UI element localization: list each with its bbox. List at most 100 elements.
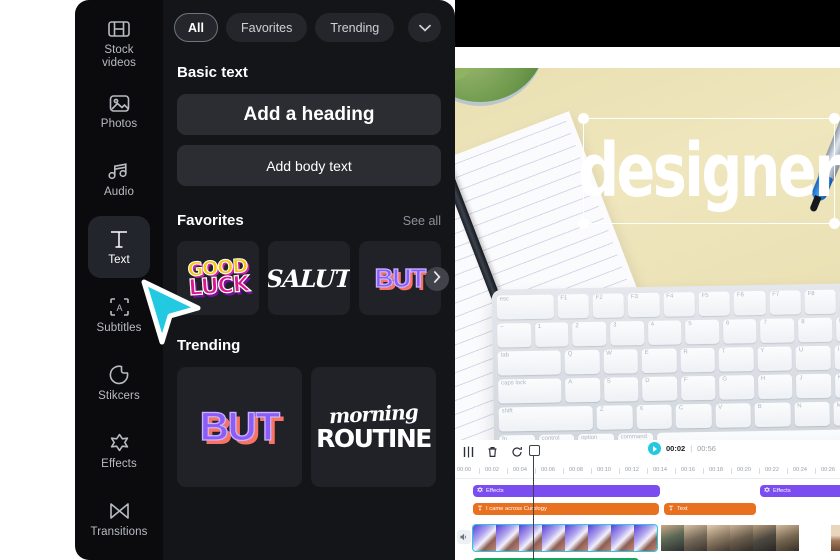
- text-t-icon: [477, 505, 483, 513]
- trending-heading: Trending: [177, 337, 241, 354]
- sidebar-item-transitions[interactable]: Transitions: [88, 488, 150, 550]
- ruler-tick: 00:16: [681, 467, 695, 473]
- add-body-text-button[interactable]: Add body text: [177, 145, 441, 186]
- effects-icon: [477, 486, 483, 495]
- sticker-icon: [109, 363, 129, 387]
- resize-handle-bottom-left[interactable]: [578, 218, 589, 229]
- timeline-toolbar: 00:02 | 00:56: [455, 440, 840, 464]
- favorites-heading: Favorites: [177, 212, 244, 229]
- panel-filter-tabs: All Favorites Trending: [163, 0, 455, 42]
- ruler-tick: 00:22: [765, 467, 779, 473]
- sidebar-item-label: Audio: [104, 186, 134, 199]
- speaker-icon: [460, 528, 468, 546]
- chevron-right-icon: [433, 270, 441, 288]
- tab-favorites[interactable]: Favorites: [225, 13, 308, 42]
- music-note-icon: [108, 159, 130, 183]
- trending-template-morning-routine[interactable]: morning ROUTINE: [311, 367, 436, 487]
- clip-label: I came across Curology: [486, 506, 547, 512]
- image-icon: [109, 91, 130, 115]
- preview-text-layer[interactable]: designer: [578, 119, 840, 223]
- total-time: 00:56: [697, 444, 716, 453]
- mouse-cursor: [140, 278, 202, 348]
- sidebar-item-label: Text: [108, 254, 130, 267]
- timeline-ruler[interactable]: 00:00 00:02 00:04 00:06 00:08 00:10 00:1…: [455, 464, 840, 479]
- favorites-section-header: Favorites See all: [163, 212, 455, 229]
- resize-handle-bottom-right[interactable]: [829, 218, 840, 229]
- clip-text-curology[interactable]: I came across Curology: [473, 503, 659, 515]
- sidebar-item-label: Photos: [100, 118, 138, 131]
- text-t-icon: [668, 505, 674, 513]
- sidebar-item-text[interactable]: Text: [88, 216, 150, 278]
- time-separator: |: [690, 444, 693, 453]
- text-selection-box[interactable]: designer: [578, 113, 840, 229]
- sidebar-item-photos[interactable]: Photos: [88, 80, 150, 142]
- star-sparkle-icon: [109, 431, 130, 455]
- basic-text-heading: Basic text: [177, 64, 248, 81]
- sidebar-item-label: Effects: [101, 458, 137, 471]
- split-icon[interactable]: [463, 446, 474, 458]
- resize-handle-top-left[interactable]: [578, 113, 589, 124]
- top-black-strip: [455, 0, 840, 47]
- playback-time-display: 00:02 | 00:56: [648, 442, 716, 455]
- sidebar-item-effects[interactable]: Effects: [88, 420, 150, 482]
- ruler-tick: 00:04: [513, 467, 527, 473]
- ruler-tick: 00:24: [793, 467, 807, 473]
- svg-text:A: A: [116, 303, 122, 313]
- ruler-tick: 00:14: [653, 467, 667, 473]
- timeline-panel: 00:02 | 00:56 00:00 00:02 00:04 00:06 00…: [455, 440, 840, 560]
- ruler-tick: 00:08: [569, 467, 583, 473]
- current-time: 00:02: [666, 444, 686, 453]
- track-mute-button[interactable]: [457, 530, 471, 544]
- sidebar-item-label: Stikcers: [98, 390, 140, 403]
- sidebar-item-label: Stock videos: [102, 44, 136, 69]
- sidebar-item-stickers[interactable]: Stikcers: [88, 352, 150, 414]
- tab-trending[interactable]: Trending: [315, 13, 395, 42]
- sidebar-item-stock-videos[interactable]: Stock videos: [88, 12, 150, 74]
- trending-thumbnail-row: BUT morning ROUTINE: [163, 367, 455, 487]
- ruler-tick: 00:18: [709, 467, 723, 473]
- play-icon[interactable]: [648, 442, 661, 455]
- rotate-icon[interactable]: [511, 446, 523, 458]
- add-heading-button[interactable]: Add a heading: [177, 94, 441, 135]
- template-art: SALUT: [268, 263, 350, 293]
- chevron-down-icon: [418, 19, 431, 37]
- video-clip-2[interactable]: [661, 525, 799, 551]
- video-editor-app: Stock videos Photos Audio Text A Subtitl…: [0, 0, 840, 560]
- timeline-playhead[interactable]: [527, 445, 543, 560]
- favorites-next-button[interactable]: [425, 267, 449, 291]
- delete-icon[interactable]: [487, 446, 498, 458]
- favorites-thumbnail-row: GOOD LUCK SALUT BUT: [163, 241, 455, 315]
- sidebar-item-audio[interactable]: Audio: [88, 148, 150, 210]
- subtitles-icon: A: [109, 295, 130, 319]
- video-track: [472, 524, 840, 552]
- clip-text-right[interactable]: Text: [664, 503, 756, 515]
- resize-handle-top-right[interactable]: [829, 113, 840, 124]
- video-preview-canvas[interactable]: escF1F2F3F4F5F6F7F8F9F10 ~1234567890 tab…: [455, 68, 840, 440]
- ruler-tick: 00:00: [457, 467, 471, 473]
- effects-icon: [764, 486, 770, 495]
- video-clip-selected[interactable]: [472, 524, 658, 552]
- favorites-see-all-link[interactable]: See all: [403, 214, 441, 228]
- sidebar-item-label: Subtitles: [96, 322, 142, 335]
- ruler-tick: 00:06: [541, 467, 555, 473]
- sidebar-item-label: Transitions: [90, 526, 148, 539]
- clip-label: Effects: [486, 488, 504, 494]
- film-icon: [108, 17, 130, 41]
- text-t-icon: [108, 227, 130, 251]
- video-clip-3[interactable]: [831, 525, 840, 551]
- favorite-template-salut[interactable]: SALUT: [268, 241, 350, 315]
- clip-effects-left[interactable]: Effects: [473, 485, 660, 497]
- ruler-tick: 00:20: [737, 467, 751, 473]
- transition-bowtie-icon: [109, 499, 130, 523]
- clip-label: Effects: [773, 488, 791, 494]
- template-art: morning ROUTINE: [316, 399, 432, 452]
- clip-label: Text: [677, 506, 688, 512]
- keyboard-decor: escF1F2F3F4F5F6F7F8F9F10 ~1234567890 tab…: [491, 282, 840, 440]
- tab-all[interactable]: All: [174, 13, 218, 42]
- trending-template-but[interactable]: BUT: [177, 367, 302, 487]
- ruler-tick: 00:10: [597, 467, 611, 473]
- template-art: BUT: [374, 262, 427, 293]
- text-library-panel: All Favorites Trending Basic text Add a …: [163, 0, 455, 560]
- more-filters-button[interactable]: [408, 13, 441, 42]
- clip-effects-right[interactable]: Effects: [760, 485, 840, 497]
